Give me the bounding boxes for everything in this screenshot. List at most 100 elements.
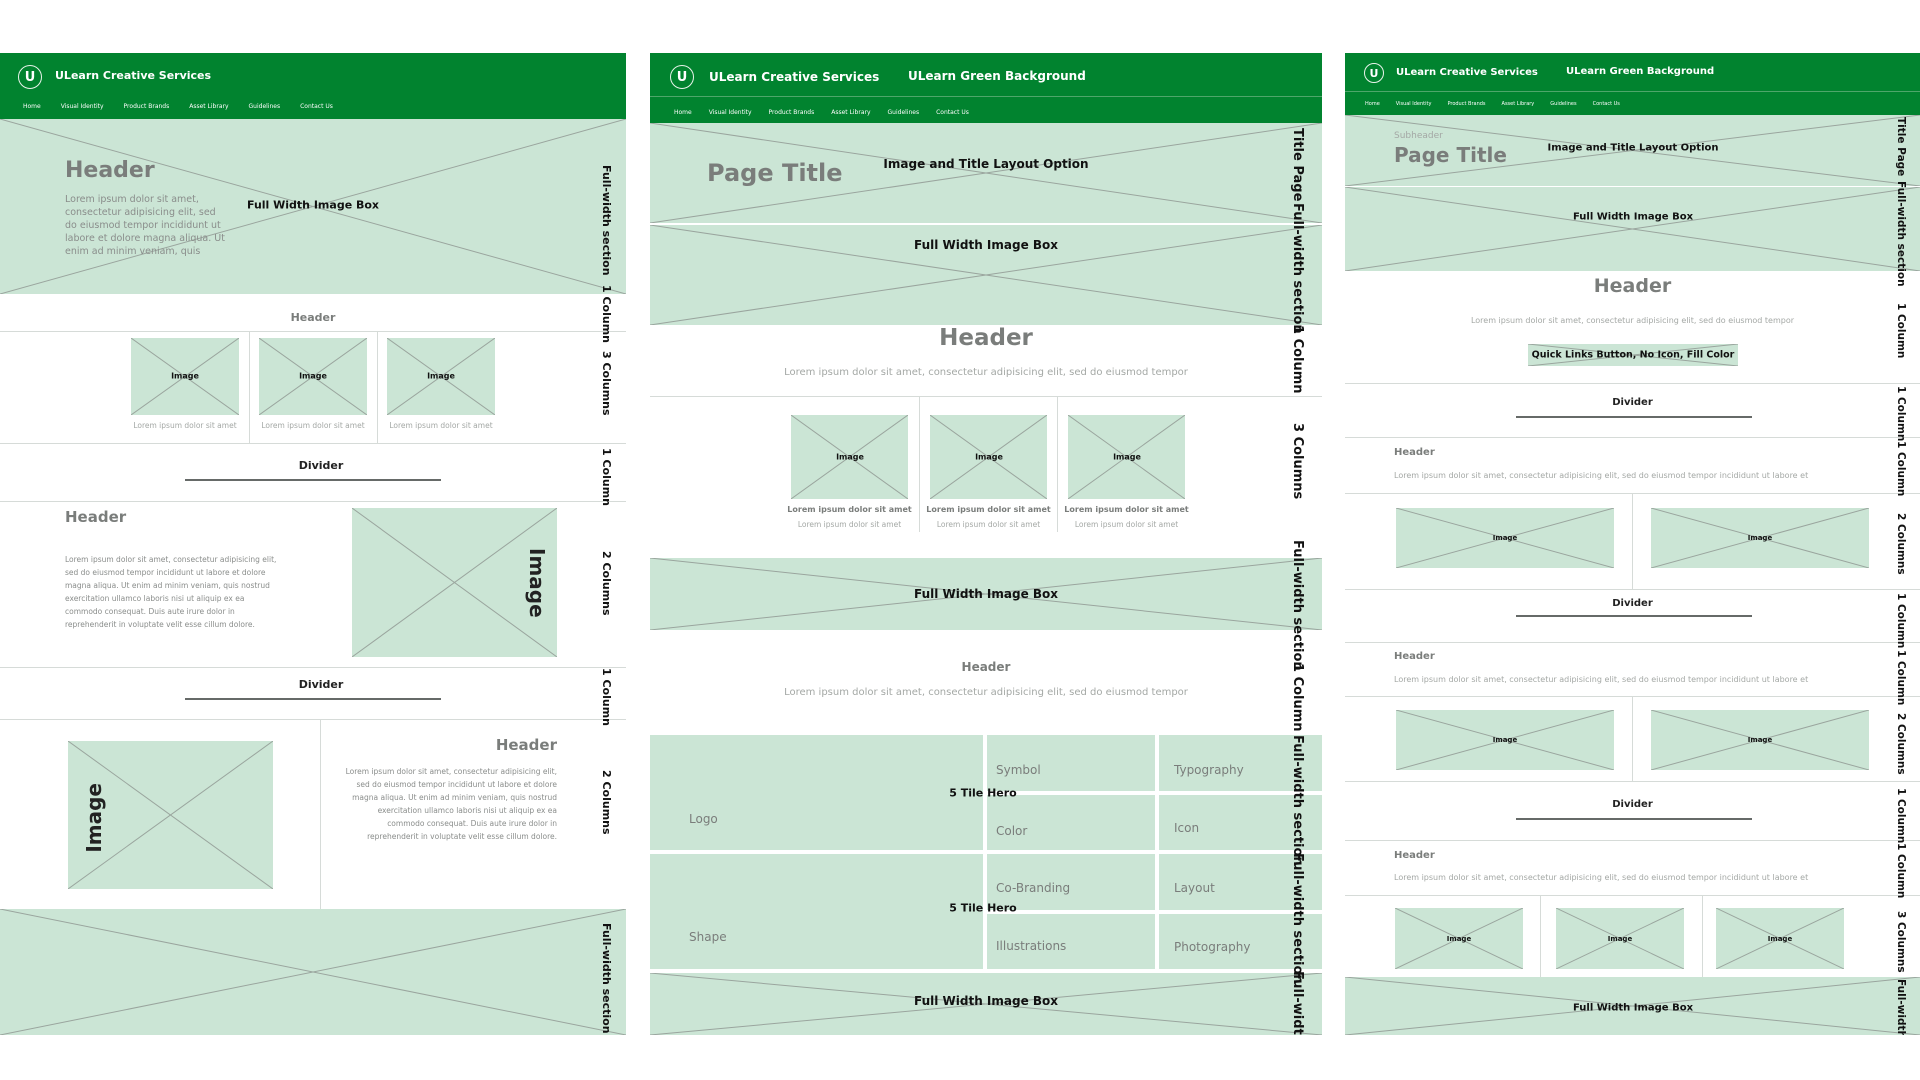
section-header: Header xyxy=(961,660,1011,674)
full-width-image-box-label: Full Width Image Box xyxy=(913,994,1059,1008)
nav-visual-identity[interactable]: Visual Identity xyxy=(1396,101,1432,107)
section-rule xyxy=(1345,642,1920,643)
title-layout-label: Image and Title Layout Option xyxy=(1547,142,1719,154)
placeholder-cross-icon xyxy=(1345,187,1920,271)
section-rule xyxy=(1345,383,1920,384)
section-paragraph: Lorem ipsum dolor sit amet, consectetur … xyxy=(65,555,277,629)
section-paragraph: Lorem ipsum dolor sit amet, consectetur … xyxy=(1470,316,1795,325)
image-caption: Lorem ipsum dolor sit amet xyxy=(133,421,237,430)
section-paragraph: Lorem ipsum dolor sit amet, consectetur … xyxy=(345,767,557,841)
tile-hero-label: 5 Tile Hero xyxy=(949,901,1017,915)
section-type-label: Full-width section xyxy=(600,165,613,276)
divider-line xyxy=(1516,615,1752,617)
site-name[interactable]: ULearn Creative Services xyxy=(1396,67,1538,78)
site-header: U ULearn Creative Services ULearn Green … xyxy=(1345,53,1920,115)
section-type-label: 1 Column xyxy=(1895,650,1907,706)
ulearn-logo-icon[interactable]: U xyxy=(670,65,694,89)
section-rule xyxy=(0,331,626,332)
section-paragraph: Lorem ipsum dolor sit amet, consectetur … xyxy=(784,687,1188,698)
tile-label: Color xyxy=(996,824,1028,838)
image-caption: Lorem ipsum dolor sit amet xyxy=(936,520,1041,529)
tile-label: Layout xyxy=(1174,881,1215,895)
section-header: Header xyxy=(1394,447,1435,458)
nav-guidelines[interactable]: Guidelines xyxy=(249,103,281,110)
tile-label: Photography xyxy=(1174,940,1251,954)
column-divider xyxy=(919,396,920,532)
column-divider xyxy=(1632,696,1633,781)
nav-asset-library[interactable]: Asset Library xyxy=(189,103,228,110)
nav-contact-us[interactable]: Contact Us xyxy=(1593,101,1620,107)
section-type-label: 1 Column xyxy=(1895,843,1907,899)
full-width-image-placeholder xyxy=(1345,187,1920,271)
ulearn-logo-icon[interactable]: U xyxy=(18,65,42,89)
section-type-label: Full-width section xyxy=(600,923,613,1034)
tile-color[interactable] xyxy=(987,795,1155,850)
nav-asset-library[interactable]: Asset Library xyxy=(831,109,870,116)
full-width-image-box-label: Full Width Image Box xyxy=(246,198,380,212)
nav-home[interactable]: Home xyxy=(23,103,41,110)
section-type-label: 2 Columns xyxy=(600,770,613,835)
section-rule xyxy=(0,719,626,720)
divider-label: Divider xyxy=(298,678,344,691)
nav-guidelines[interactable]: Guidelines xyxy=(1550,101,1576,107)
section-header: Header xyxy=(1394,850,1435,861)
image-label: Image xyxy=(1492,736,1518,744)
section-rule xyxy=(1345,589,1920,590)
section-rule xyxy=(0,667,626,668)
ulearn-logo-icon[interactable]: U xyxy=(1364,63,1384,83)
nav-guidelines[interactable]: Guidelines xyxy=(888,109,920,116)
placeholder-cross-icon xyxy=(0,909,626,1035)
image-label: Image xyxy=(82,783,106,853)
nav-home[interactable]: Home xyxy=(674,109,692,116)
section-paragraph: Lorem ipsum dolor sit amet, consectetur … xyxy=(1394,471,1809,480)
background-label: ULearn Green Background xyxy=(1566,66,1715,77)
nav-product-brands[interactable]: Product Brands xyxy=(769,109,815,116)
wireframe-panel-1: U ULearn Creative Services Home Visual I… xyxy=(0,53,626,1035)
section-type-label: 1 Column xyxy=(1290,663,1305,732)
tile-shape[interactable] xyxy=(650,854,983,969)
section-rule xyxy=(1345,895,1920,896)
section-type-label: Full-width section xyxy=(1895,181,1907,287)
section-header: Header xyxy=(939,325,1033,351)
section-type-label: 3 Columns xyxy=(600,351,613,416)
image-label: Image xyxy=(1113,452,1141,462)
section-type-label: 1 Column xyxy=(600,668,613,727)
site-name[interactable]: ULearn Creative Services xyxy=(55,69,211,82)
divider-line xyxy=(185,698,441,700)
image-caption: Lorem ipsum dolor sit amet xyxy=(261,421,365,430)
section-type-label: 1 Column xyxy=(600,448,613,507)
divider-line xyxy=(1516,818,1752,820)
tile-logo[interactable] xyxy=(650,735,983,850)
tile-label: Typography xyxy=(1174,763,1244,777)
nav-contact-us[interactable]: Contact Us xyxy=(300,103,333,110)
site-name[interactable]: ULearn Creative Services xyxy=(709,70,879,84)
section-type-label: 3 Columns xyxy=(1895,911,1907,973)
divider-label: Divider xyxy=(1612,397,1653,408)
full-width-image-placeholder xyxy=(0,909,626,1035)
section-type-label: Full-width section xyxy=(1290,540,1305,671)
section-paragraph: Lorem ipsum dolor sit amet, consectetur … xyxy=(1394,675,1809,684)
nav-home[interactable]: Home xyxy=(1365,101,1380,107)
nav-separator xyxy=(650,96,1322,97)
image-label: Image xyxy=(171,371,199,381)
nav-asset-library[interactable]: Asset Library xyxy=(1502,101,1535,107)
section-header: Header xyxy=(1593,275,1672,297)
section-rule xyxy=(1345,840,1920,841)
image-label: Image xyxy=(1607,935,1633,943)
divider-line xyxy=(1516,416,1752,418)
title-layout-label: Image and Title Layout Option xyxy=(883,157,1089,171)
page-title: Page Title xyxy=(1394,143,1507,167)
full-width-image-box-label: Full Width Image Box xyxy=(1572,211,1694,223)
image-label: Image xyxy=(836,452,864,462)
nav-product-brands[interactable]: Product Brands xyxy=(1447,101,1485,107)
image-caption: Lorem ipsum dolor sit amet xyxy=(389,421,493,430)
section-paragraph: Lorem ipsum dolor sit amet, consectetur … xyxy=(784,367,1188,378)
subheader: Subheader xyxy=(1394,131,1443,141)
section-type-label: Full-width section xyxy=(1290,203,1305,334)
nav-contact-us[interactable]: Contact Us xyxy=(936,109,969,116)
section-type-label: Title Page xyxy=(1290,128,1305,202)
main-nav: Home Visual Identity Product Brands Asse… xyxy=(1365,101,1620,107)
nav-visual-identity[interactable]: Visual Identity xyxy=(709,109,752,116)
nav-visual-identity[interactable]: Visual Identity xyxy=(61,103,104,110)
nav-product-brands[interactable]: Product Brands xyxy=(124,103,170,110)
